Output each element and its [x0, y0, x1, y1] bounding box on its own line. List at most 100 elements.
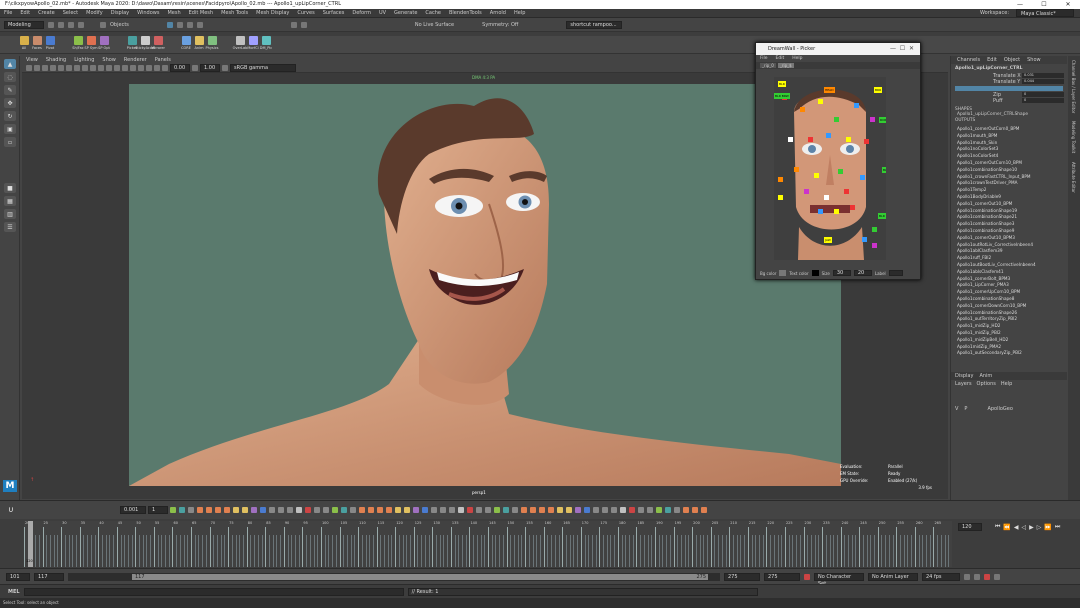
isolate-icon[interactable]: [138, 65, 144, 71]
shelf-button-4[interactable]: SP Sym: [84, 36, 98, 50]
character-render[interactable]: [129, 84, 841, 486]
layers-menu-layers[interactable]: Layers: [955, 381, 972, 387]
anim-tool-icon[interactable]: [521, 507, 527, 513]
output-node[interactable]: Apollo1noColorSet4: [957, 153, 1067, 160]
output-node[interactable]: Apollo1Temp2: [957, 187, 1067, 194]
film-gate-icon[interactable]: [66, 65, 72, 71]
anim-tool-icon[interactable]: [620, 507, 626, 513]
output-node[interactable]: Apollo1outBootLiv_CorrectiveInbeen4: [957, 262, 1067, 269]
anim-tool-icon[interactable]: [539, 507, 545, 513]
select-hierarchy-icon[interactable]: [100, 21, 106, 28]
command-input[interactable]: [23, 587, 404, 596]
shelf-button-8[interactable]: Mirrorer: [151, 36, 165, 50]
menu-file[interactable]: File: [0, 9, 16, 18]
anim-tool-icon[interactable]: [638, 507, 644, 513]
picker-control-12[interactable]: [814, 173, 819, 178]
start-time-field[interactable]: 101: [6, 572, 30, 581]
picker-control-8[interactable]: [826, 133, 831, 138]
anim-tool-icon[interactable]: [557, 507, 563, 513]
picker-control-19[interactable]: [834, 209, 839, 214]
anim-tool-icon[interactable]: [323, 507, 329, 513]
shelf-button-1[interactable]: Faces: [31, 36, 43, 50]
anim-tool-icon[interactable]: [701, 507, 707, 513]
lasso-tool-icon[interactable]: ◌: [4, 72, 16, 82]
anim-end-field[interactable]: 275: [764, 572, 800, 581]
anim-tool-icon[interactable]: [278, 507, 284, 513]
key-icon[interactable]: [984, 573, 990, 580]
menu-set-select[interactable]: Modeling: [4, 20, 44, 29]
snap-grid-icon[interactable]: [176, 21, 183, 28]
shelf-button-10[interactable]: Anim: [193, 36, 205, 50]
menu-mesh[interactable]: Mesh: [163, 9, 184, 18]
resolution-gate-icon[interactable]: [74, 65, 80, 71]
anim-tool-icon[interactable]: [422, 507, 428, 513]
shelf-button-11[interactable]: Physics: [206, 36, 218, 50]
play-back-icon[interactable]: ◁: [1022, 524, 1027, 531]
output-node[interactable]: Apollo1BodyDriable9: [957, 194, 1067, 201]
menu-mesh-display[interactable]: Mesh Display: [252, 9, 293, 18]
layout-two-icon[interactable]: ▥: [4, 209, 16, 219]
gamma-icon[interactable]: [192, 65, 198, 71]
anim-tool-icon[interactable]: [332, 507, 338, 513]
picker-label-jaw[interactable]: JAW: [824, 237, 832, 243]
output-node[interactable]: Apollo1_cornerUpCorn10_BPM: [957, 289, 1067, 296]
anim-tool-icon[interactable]: [458, 507, 464, 513]
output-node[interactable]: Apollo1_outTerritoryZip_PBI2: [957, 316, 1067, 323]
menu-windows[interactable]: Windows: [133, 9, 163, 18]
shelf-button-13[interactable]: MorfCl: [247, 36, 259, 50]
picker-control-5[interactable]: [870, 117, 875, 122]
live-surface-field[interactable]: No Live Surface: [415, 22, 454, 28]
move-tool-icon[interactable]: ✥: [4, 98, 16, 108]
anim-tool-icon[interactable]: [476, 507, 482, 513]
menu-deform[interactable]: Deform: [348, 9, 375, 18]
hide-ui-icon[interactable]: ∪: [8, 505, 14, 514]
layer-playback-toggle[interactable]: P: [964, 406, 967, 412]
undo-icon[interactable]: [68, 21, 74, 28]
picker-control-9[interactable]: [846, 137, 851, 142]
anim-tool-icon[interactable]: [314, 507, 320, 513]
picker-control-11[interactable]: [794, 167, 799, 172]
prefs-icon[interactable]: [994, 573, 1000, 580]
panel-menu-renderer[interactable]: Renderer: [120, 56, 151, 64]
anim-tool-icon[interactable]: [233, 507, 239, 513]
label-field[interactable]: [888, 270, 903, 276]
picker-control-18[interactable]: [818, 209, 823, 214]
channel-row[interactable]: Translate Y 0.044: [951, 79, 1067, 85]
anim-tool-icon[interactable]: [440, 507, 446, 513]
picker-control-10[interactable]: [864, 139, 869, 144]
menu-display[interactable]: Display: [107, 9, 133, 18]
next-key-icon[interactable]: ▷: [1037, 524, 1042, 531]
picker-control-2[interactable]: [818, 99, 823, 104]
wireframe-icon[interactable]: [82, 65, 88, 71]
picker-control-20[interactable]: [850, 205, 855, 210]
snap-curve-icon[interactable]: [186, 21, 193, 28]
workspace-select[interactable]: Maya Classic*: [1016, 9, 1074, 17]
output-node[interactable]: Apollo1_cornerOutCorn0_BPM: [957, 126, 1067, 133]
layers-menu-options[interactable]: Options: [977, 381, 996, 387]
output-node[interactable]: Apollo1_cornerBolt_BPM3: [957, 276, 1067, 283]
ipr-icon[interactable]: [300, 21, 307, 28]
anim-start-field[interactable]: 117: [34, 572, 64, 581]
picker-face-canvas[interactable]: BLR HEAD BRR BLR BRW ROIB BLR EAR BLR ROT JAW: [774, 77, 886, 260]
xray-icon[interactable]: [146, 65, 152, 71]
symmetry-field[interactable]: Symmetry: Off: [482, 22, 518, 28]
folder-icon[interactable]: [48, 21, 54, 28]
picker-control-16[interactable]: [824, 195, 829, 200]
channel-value[interactable]: 0.044: [1022, 79, 1064, 84]
anim-tool-icon[interactable]: [683, 507, 689, 513]
channel-slider[interactable]: [955, 86, 1063, 91]
anim-tool-icon[interactable]: [251, 507, 257, 513]
anim-tool-icon[interactable]: [206, 507, 212, 513]
side-tab-attribute-editor[interactable]: Attribute Editor: [1068, 158, 1079, 197]
anim-tool-icon[interactable]: [215, 507, 221, 513]
exposure-icon[interactable]: [162, 65, 168, 71]
play-forward-icon[interactable]: ▶: [1029, 524, 1034, 531]
save-icon[interactable]: [58, 21, 64, 28]
channel-tab-object[interactable]: Object: [1004, 56, 1020, 64]
picker-label-r_brow[interactable]: BRR: [874, 87, 883, 93]
anim-tool-icon[interactable]: [530, 507, 536, 513]
anim-tool-icon[interactable]: [467, 507, 473, 513]
picker-control-7[interactable]: [808, 137, 813, 142]
node-name[interactable]: Apollo1_upLipCorner_CTRL: [951, 64, 1067, 73]
go-end-icon[interactable]: ⏭: [1055, 523, 1060, 531]
